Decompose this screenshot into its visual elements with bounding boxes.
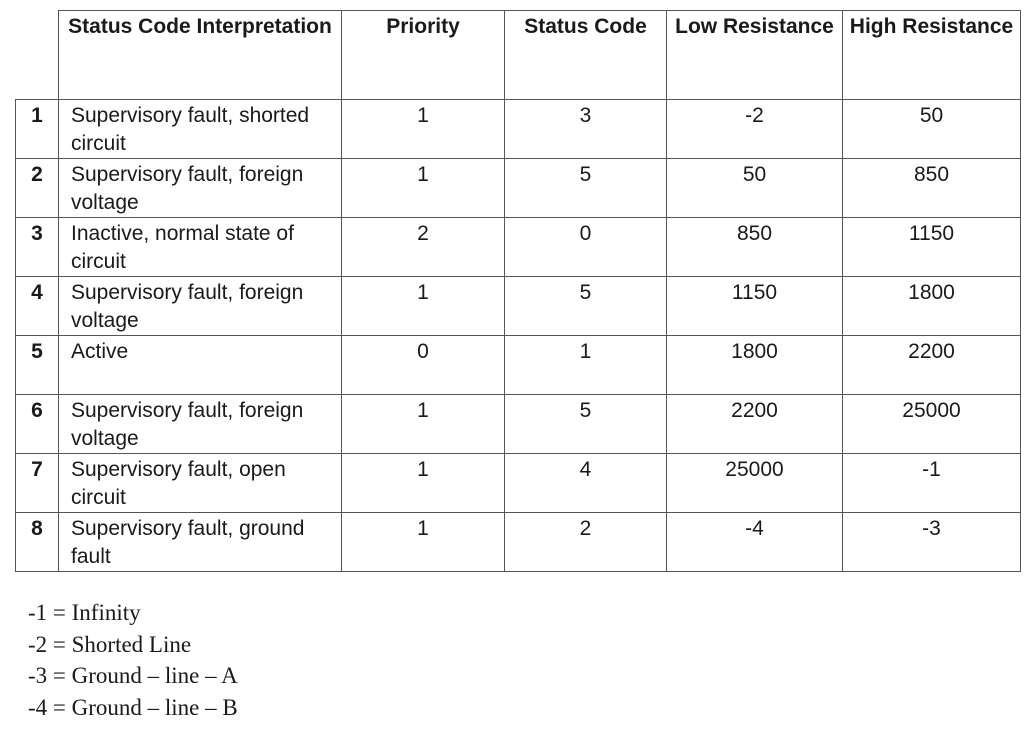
cell-status-code: 1 — [504, 335, 667, 395]
row-number: 1 — [15, 99, 59, 159]
cell-interpretation: Inactive, normal state of circuit — [58, 217, 342, 277]
cell-priority: 1 — [341, 158, 505, 218]
cell-low-resistance: 25000 — [666, 453, 843, 513]
cell-priority: 1 — [341, 99, 505, 159]
table-row: 6 Supervisory fault, foreign voltage 1 5 220… — [15, 394, 1021, 454]
cell-high-resistance: -1 — [842, 453, 1021, 513]
table-row: 1 Supervisory fault, shorted circuit 1 3 -2 5… — [15, 99, 1021, 159]
header-priority: Priority — [341, 10, 505, 100]
legend-item: -3 = Ground – line – A — [28, 663, 238, 688]
cell-low-resistance: 1800 — [666, 335, 843, 395]
cell-priority: 1 — [341, 512, 505, 572]
cell-interpretation: Active — [58, 335, 342, 395]
header-interpretation: Status Code Interpretation — [58, 10, 342, 100]
cell-priority: 1 — [341, 276, 505, 336]
legend-item: -2 = Shorted Line — [28, 631, 192, 657]
cell-interpretation: Supervisory fault, shorted circuit — [58, 99, 342, 159]
legend-item: -1 = Infinity — [28, 600, 141, 625]
row-number: 7 — [15, 453, 59, 513]
legend-item: -4 = Ground – line – B — [28, 694, 238, 720]
cell-priority: 2 — [341, 217, 505, 277]
table-row: 7 Supervisory fault, open circuit 1 4 25000-… — [15, 453, 1021, 513]
cell-low-resistance: -4 — [666, 512, 843, 572]
cell-low-resistance: 850 — [666, 217, 843, 277]
table-row: 8 Supervisory fault, ground fault 1 2 -4 -3 — [15, 512, 1021, 572]
cell-status-code: 3 — [504, 99, 667, 159]
cell-high-resistance: -3 — [842, 512, 1021, 572]
table-header-row: Status Code Interpretation Priority Stat… — [15, 10, 1021, 100]
header-low-resistance: Low Resistance — [666, 10, 843, 100]
cell-high-resistance: 2200 — [842, 335, 1021, 395]
cell-low-resistance: 50 — [666, 158, 843, 218]
table-row: 3 Inactive, normal state of circuit 2 0 850 1… — [15, 217, 1021, 277]
row-number: 8 — [15, 512, 59, 572]
row-number: 3 — [15, 217, 59, 277]
row-number: 4 — [15, 276, 59, 336]
row-number: 2 — [15, 158, 59, 218]
cell-low-resistance: 2200 — [666, 394, 843, 454]
cell-high-resistance: 25000 — [842, 394, 1021, 454]
cell-status-code: 0 — [504, 217, 667, 277]
cell-interpretation: Supervisory fault, ground fault — [58, 512, 342, 572]
cell-low-resistance: 1150 — [666, 276, 843, 336]
header-high-resistance: High Resistance — [842, 10, 1021, 100]
cell-high-resistance: 50 — [842, 99, 1021, 159]
cell-high-resistance: 1150 — [842, 217, 1021, 277]
header-status-code: Status Code — [504, 10, 667, 100]
cell-priority: 1 — [341, 394, 505, 454]
table-row: 4 Supervisory fault, foreign voltage 1 5 115… — [15, 276, 1021, 336]
cell-interpretation: Supervisory fault, foreign voltage — [58, 276, 342, 336]
cell-status-code: 2 — [504, 512, 667, 572]
cell-interpretation: Supervisory fault, open circuit — [58, 453, 342, 513]
cell-priority: 1 — [341, 453, 505, 513]
legend: -1 = Infinity -2 = Shorted Line -3 = Gro… — [28, 597, 238, 723]
cell-low-resistance: -2 — [666, 99, 843, 159]
cell-priority: 0 — [341, 335, 505, 395]
cell-interpretation: Supervisory fault, foreign voltage — [58, 158, 342, 218]
row-number: 6 — [15, 394, 59, 454]
header-corner — [15, 10, 59, 100]
cell-interpretation: Supervisory fault, foreign voltage — [58, 394, 342, 454]
cell-status-code: 5 — [504, 158, 667, 218]
cell-high-resistance: 1800 — [842, 276, 1021, 336]
status-code-table: Status Code Interpretation Priority Stat… — [15, 10, 1021, 572]
row-number: 5 — [15, 335, 59, 395]
cell-status-code: 5 — [504, 394, 667, 454]
cell-status-code: 4 — [504, 453, 667, 513]
cell-high-resistance: 850 — [842, 158, 1021, 218]
table-row: 5 Active 0 1 1800 2200 — [15, 335, 1021, 395]
table-row: 2 Supervisory fault, foreign voltage 1 5 50 8… — [15, 158, 1021, 218]
cell-status-code: 5 — [504, 276, 667, 336]
